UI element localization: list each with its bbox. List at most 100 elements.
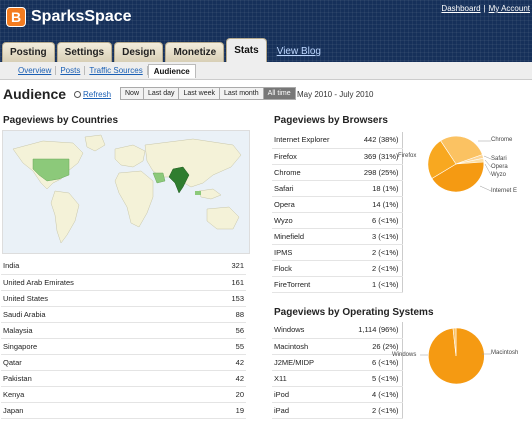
browser-count: 2 (<1%) bbox=[348, 244, 403, 261]
africa-shape bbox=[114, 170, 154, 228]
table-row: J2ME/MIDP 6 (<1%) bbox=[272, 354, 403, 371]
browser-name: Wyzo bbox=[272, 212, 348, 229]
browser-count: 369 (31%) bbox=[348, 148, 403, 165]
range-last-month[interactable]: Last month bbox=[219, 87, 264, 100]
date-range-selector: Now Last day Last week Last month All ti… bbox=[120, 87, 296, 100]
os-name: iPod bbox=[272, 386, 348, 403]
country-name: Singapore bbox=[1, 338, 221, 355]
table-row: Internet Explorer 442 (38%) bbox=[272, 132, 403, 149]
browsers-table: Internet Explorer 442 (38%) Firefox 369 (3… bbox=[272, 132, 403, 293]
blogger-header: B SparksSpace Dashboard | My Account Posti… bbox=[0, 0, 532, 62]
os-name: X11 bbox=[272, 370, 348, 387]
table-row: Flock 2 (<1%) bbox=[272, 260, 403, 277]
table-row: Safari 18 (1%) bbox=[272, 180, 403, 197]
world-map-graphic bbox=[12, 134, 242, 244]
pie-label-firefox: Firefox bbox=[398, 153, 417, 159]
table-row: Pakistan 42 bbox=[1, 370, 246, 387]
tab-posting[interactable]: Posting bbox=[2, 42, 55, 62]
range-all-time[interactable]: All time bbox=[262, 87, 296, 100]
page-title: Audience bbox=[3, 86, 67, 102]
table-row: IPMS 2 (<1%) bbox=[272, 244, 403, 261]
table-row: Kenya 20 bbox=[1, 386, 246, 403]
tab-monetize[interactable]: Monetize bbox=[165, 42, 225, 62]
country-count: 321 bbox=[221, 258, 246, 275]
blog-name[interactable]: SparksSpace bbox=[31, 8, 132, 26]
refresh-icon bbox=[74, 91, 81, 98]
table-row: Minefield 3 (<1%) bbox=[272, 228, 403, 245]
pie-label-opera: Opera bbox=[491, 164, 508, 170]
country-count: 153 bbox=[221, 290, 246, 307]
subnav-audience[interactable]: Audience bbox=[147, 63, 196, 78]
tab-stats[interactable]: Stats bbox=[226, 38, 267, 62]
country-count: 88 bbox=[221, 306, 246, 323]
country-name: Kenya bbox=[1, 386, 221, 403]
os-name: iPad bbox=[272, 402, 348, 419]
country-count: 42 bbox=[221, 354, 246, 371]
europe-shape bbox=[114, 144, 146, 168]
my-account-link[interactable]: My Account bbox=[489, 4, 530, 13]
country-count: 42 bbox=[221, 370, 246, 387]
table-row: United Arab Emirates 161 bbox=[1, 274, 246, 291]
table-row: Malaysia 56 bbox=[1, 322, 246, 339]
countries-heading: Pageviews by Countries bbox=[3, 115, 119, 126]
table-row: Macintosh 26 (2%) bbox=[272, 338, 403, 355]
dashboard-link[interactable]: Dashboard bbox=[441, 4, 480, 13]
main-tabs: Posting Settings Design Monetize Stats V… bbox=[0, 37, 321, 62]
country-count: 20 bbox=[221, 386, 246, 403]
os-leader-lines bbox=[420, 353, 491, 356]
table-row: Chrome 298 (25%) bbox=[272, 164, 403, 181]
os-name: Windows bbox=[272, 322, 348, 339]
country-count: 55 bbox=[221, 338, 246, 355]
browser-count: 2 (<1%) bbox=[348, 260, 403, 277]
range-last-week[interactable]: Last week bbox=[178, 87, 221, 100]
refresh-button[interactable]: Refresh bbox=[74, 90, 111, 99]
table-row: Saudi Arabia 88 bbox=[1, 306, 246, 323]
view-blog-link[interactable]: View Blog bbox=[277, 42, 321, 62]
os-count: 5 (<1%) bbox=[348, 370, 403, 387]
world-map[interactable] bbox=[2, 130, 250, 254]
table-row: iPod 4 (<1%) bbox=[272, 386, 403, 403]
link-separator: | bbox=[483, 4, 486, 13]
country-name: Japan bbox=[1, 402, 221, 419]
india-highlight bbox=[168, 166, 190, 194]
browser-name: Internet Explorer bbox=[272, 132, 348, 149]
os-heading: Pageviews by Operating Systems bbox=[274, 307, 434, 318]
country-name: United Arab Emirates bbox=[1, 274, 221, 291]
browser-name: Firefox bbox=[272, 148, 348, 165]
os-name: J2ME/MIDP bbox=[272, 354, 348, 371]
os-count: 4 (<1%) bbox=[348, 386, 403, 403]
browser-name: Chrome bbox=[272, 164, 348, 181]
country-count: 56 bbox=[221, 322, 246, 339]
subnav-posts[interactable]: Posts bbox=[56, 66, 86, 75]
browser-count: 6 (<1%) bbox=[348, 212, 403, 229]
range-now[interactable]: Now bbox=[120, 87, 145, 100]
browser-count: 442 (38%) bbox=[348, 132, 403, 149]
country-name: United States bbox=[1, 290, 221, 307]
pie-label-macintosh: Macintosh bbox=[491, 350, 519, 356]
browser-name: Opera bbox=[272, 196, 348, 213]
countries-table: India 321 United Arab Emirates 161 United … bbox=[1, 258, 246, 419]
table-row: iPad 2 (<1%) bbox=[272, 402, 403, 419]
browser-name: FireTorrent bbox=[272, 276, 348, 293]
subnav-traffic-sources[interactable]: Traffic Sources bbox=[85, 66, 148, 75]
browsers-heading: Pageviews by Browsers bbox=[274, 115, 388, 126]
browser-name: Minefield bbox=[272, 228, 348, 245]
subnav-overview[interactable]: Overview bbox=[14, 66, 57, 75]
browser-name: Flock bbox=[272, 260, 348, 277]
table-row: United States 153 bbox=[1, 290, 246, 307]
browser-count: 18 (1%) bbox=[348, 180, 403, 197]
country-name: Pakistan bbox=[1, 370, 221, 387]
pie-leader-lines bbox=[478, 140, 492, 192]
blogger-logo-icon[interactable]: B bbox=[6, 7, 26, 27]
range-last-day[interactable]: Last day bbox=[143, 87, 180, 100]
tab-design[interactable]: Design bbox=[114, 42, 164, 62]
pie-label-wyzo: Wyzo bbox=[491, 172, 506, 178]
table-row: Japan 19 bbox=[1, 402, 246, 419]
top-links: Dashboard | My Account bbox=[441, 4, 530, 13]
country-count: 19 bbox=[221, 402, 246, 419]
country-name: Malaysia bbox=[1, 322, 221, 339]
tab-settings[interactable]: Settings bbox=[56, 42, 113, 62]
browser-count: 1 (<1%) bbox=[348, 276, 403, 293]
table-row: X11 5 (<1%) bbox=[272, 370, 403, 387]
pie-label-safari: Safari bbox=[491, 156, 507, 162]
